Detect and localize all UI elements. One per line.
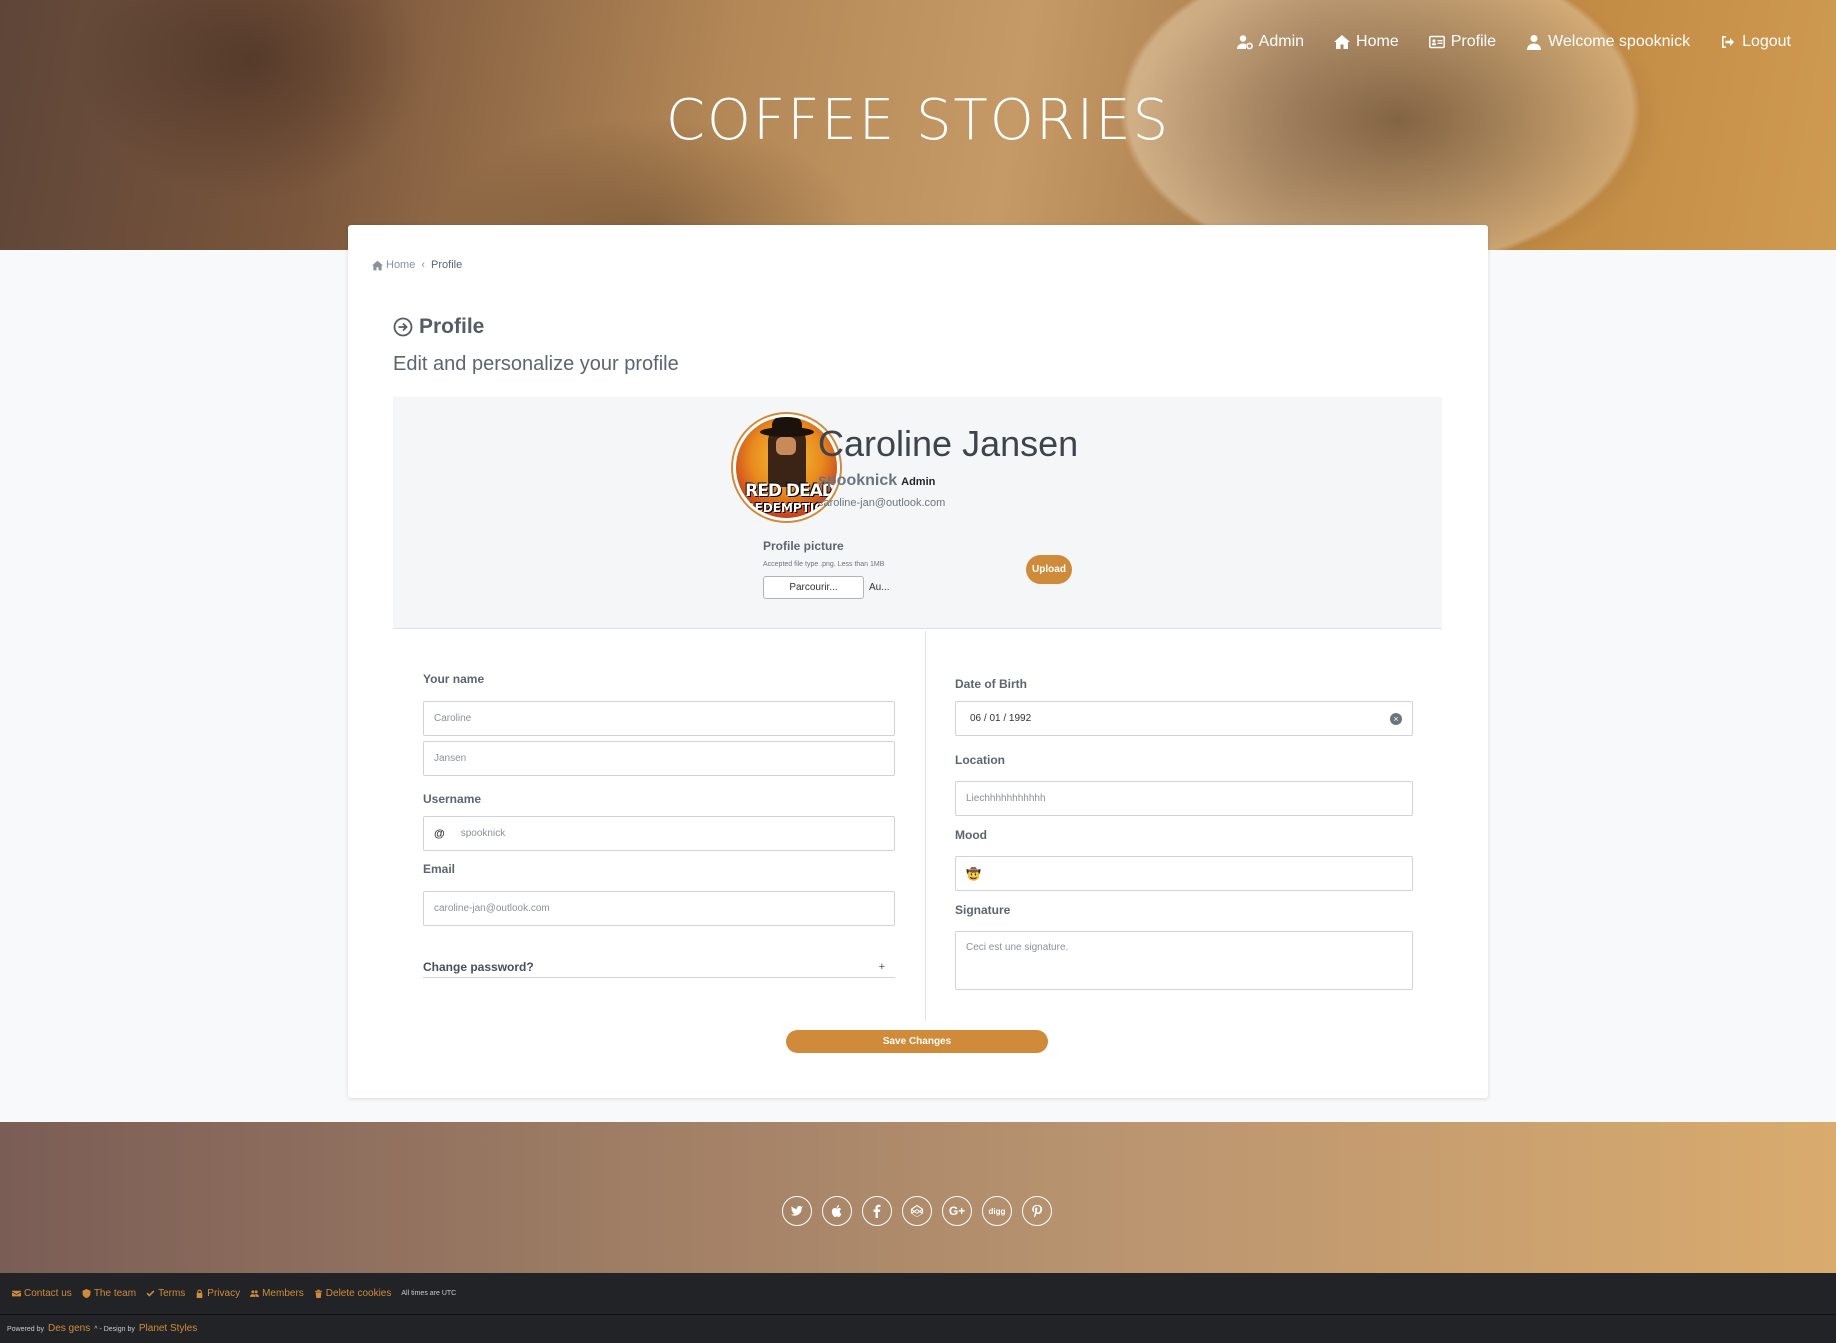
powered-by-text: Powered by	[7, 1326, 44, 1333]
mood-label: Mood	[955, 828, 987, 842]
breadcrumb-separator: ‹	[421, 259, 426, 271]
id-card-icon	[1428, 35, 1445, 49]
footer-privacy-label: Privacy	[207, 1288, 241, 1299]
home-icon	[372, 260, 383, 270]
powered-by-link[interactable]: Des gens	[48, 1323, 90, 1334]
profile-picture-label: Profile picture	[763, 539, 844, 553]
footer-delete-cookies-label: Delete cookies	[325, 1288, 392, 1299]
twitter-icon[interactable]	[782, 1196, 812, 1226]
breadcrumb-home-label: Home	[386, 259, 416, 271]
form-column-divider	[925, 631, 926, 1021]
footer-team-link[interactable]: The team	[82, 1288, 136, 1299]
codepen-icon[interactable]	[902, 1196, 932, 1226]
footer-links: Contact us The team Terms Privacy Member…	[12, 1288, 456, 1299]
footer-terms-link[interactable]: Terms	[146, 1288, 185, 1299]
header-banner: Admin Home Profile Welcome spooknick Log…	[0, 0, 1836, 250]
top-nav: Admin Home Profile Welcome spooknick Log…	[1236, 33, 1791, 51]
footer-members-label: Members	[262, 1288, 304, 1299]
clear-date-icon[interactable]: ×	[1390, 713, 1402, 725]
logout-icon	[1722, 36, 1735, 48]
browse-file-button[interactable]: Parcourir...	[763, 576, 864, 599]
plus-icon: +	[878, 960, 885, 973]
home-icon	[1334, 35, 1351, 49]
nav-admin-label: Admin	[1258, 33, 1305, 50]
profile-email: caroline-jan@outlook.com	[818, 497, 946, 509]
page-subtitle: Edit and personalize your profile	[393, 353, 679, 375]
change-password-label: Change password?	[423, 959, 534, 974]
pinterest-icon[interactable]	[1022, 1196, 1052, 1226]
nav-home[interactable]: Home	[1334, 33, 1399, 51]
trash-icon	[314, 1289, 322, 1298]
digg-icon[interactable]: digg	[982, 1196, 1012, 1226]
change-password-toggle[interactable]: Change password? +	[423, 956, 895, 978]
footer-members-link[interactable]: Members	[250, 1288, 304, 1299]
footer-divider	[0, 1314, 1836, 1315]
last-name-input[interactable]: Jansen	[423, 741, 895, 776]
nav-profile[interactable]: Profile	[1428, 33, 1497, 51]
footer-delete-cookies-link[interactable]: Delete cookies	[314, 1288, 392, 1299]
footer-timezone-note: All times are UTC	[401, 1290, 457, 1297]
nav-logout-label: Logout	[1742, 33, 1791, 50]
user-cog-icon	[1236, 35, 1253, 50]
arrow-circle-right-icon	[393, 317, 413, 337]
dob-label: Date of Birth	[955, 677, 1027, 691]
signature-label: Signature	[955, 903, 1011, 917]
shield-icon	[82, 1289, 91, 1298]
first-name-input[interactable]: Caroline	[423, 701, 895, 736]
design-by-link[interactable]: Planet Styles	[139, 1323, 197, 1334]
location-label: Location	[955, 753, 1005, 767]
footer-terms-label: Terms	[158, 1288, 186, 1299]
breadcrumb-home[interactable]: Home	[372, 259, 415, 271]
your-name-label: Your name	[423, 672, 485, 686]
facebook-icon[interactable]	[862, 1196, 892, 1226]
mood-emoji-icon: 🤠	[966, 866, 981, 881]
upload-button[interactable]: Upload	[1026, 555, 1072, 584]
profile-username: spooknick	[818, 472, 898, 489]
signature-textarea[interactable]: Ceci est une signature.	[955, 931, 1413, 990]
nav-home-label: Home	[1356, 33, 1399, 50]
dob-input[interactable]: 06 / 01 / 1992 ×	[955, 701, 1413, 736]
username-label: Username	[423, 792, 482, 806]
lock-icon	[196, 1289, 203, 1298]
site-title: COFFEE STORIES	[665, 88, 1171, 153]
mood-input[interactable]: 🤠	[955, 856, 1413, 891]
nav-welcome-label: Welcome spooknick	[1548, 33, 1691, 50]
email-label: Email	[423, 862, 456, 876]
user-icon	[1527, 35, 1542, 50]
nav-logout[interactable]: Logout	[1720, 33, 1791, 51]
nav-admin[interactable]: Admin	[1236, 33, 1305, 51]
footer-credits: Powered by Des gens ^ - Design by Planet…	[7, 1323, 197, 1334]
footer-contact-link[interactable]: Contact us	[12, 1288, 72, 1299]
envelope-icon	[12, 1290, 21, 1297]
apple-icon[interactable]	[822, 1196, 852, 1226]
footer-privacy-link[interactable]: Privacy	[195, 1288, 240, 1299]
footer-bar	[0, 1273, 1836, 1343]
page-title-text: Profile	[419, 315, 485, 338]
check-icon	[146, 1290, 155, 1297]
page-title: Profile	[393, 315, 484, 339]
google-plus-icon[interactable]: G+	[942, 1196, 972, 1226]
dob-value: 06 / 01 / 1992	[970, 713, 1032, 724]
footer-contact-label: Contact us	[24, 1288, 72, 1299]
breadcrumb: Home ‹ Profile	[372, 259, 462, 271]
nav-welcome-user[interactable]: Welcome spooknick	[1526, 33, 1690, 51]
username-input[interactable]: @ spooknick	[423, 816, 895, 851]
social-links: G+ digg	[782, 1196, 1052, 1226]
username-prefix: @	[434, 827, 445, 840]
profile-username-line: spooknick Admin	[818, 472, 935, 490]
save-changes-button[interactable]: Save Changes	[786, 1030, 1048, 1053]
nav-profile-label: Profile	[1450, 33, 1497, 50]
profile-full-name: Caroline Jansen	[818, 423, 1079, 464]
profile-role-badge: Admin	[901, 476, 936, 488]
selected-file-label: Au...	[869, 582, 890, 593]
email-input[interactable]: caroline-jan@outlook.com	[423, 891, 895, 926]
username-placeholder: spooknick	[460, 828, 506, 839]
users-icon	[250, 1290, 260, 1297]
location-input[interactable]: Liechhhhhhhhhhh	[955, 781, 1413, 816]
breadcrumb-current: Profile	[431, 259, 463, 271]
design-by-text: ^ - Design by	[94, 1326, 135, 1333]
footer-team-label: The team	[93, 1288, 137, 1299]
profile-picture-help: Accepted file type .png. Less than 1MB	[763, 561, 885, 568]
